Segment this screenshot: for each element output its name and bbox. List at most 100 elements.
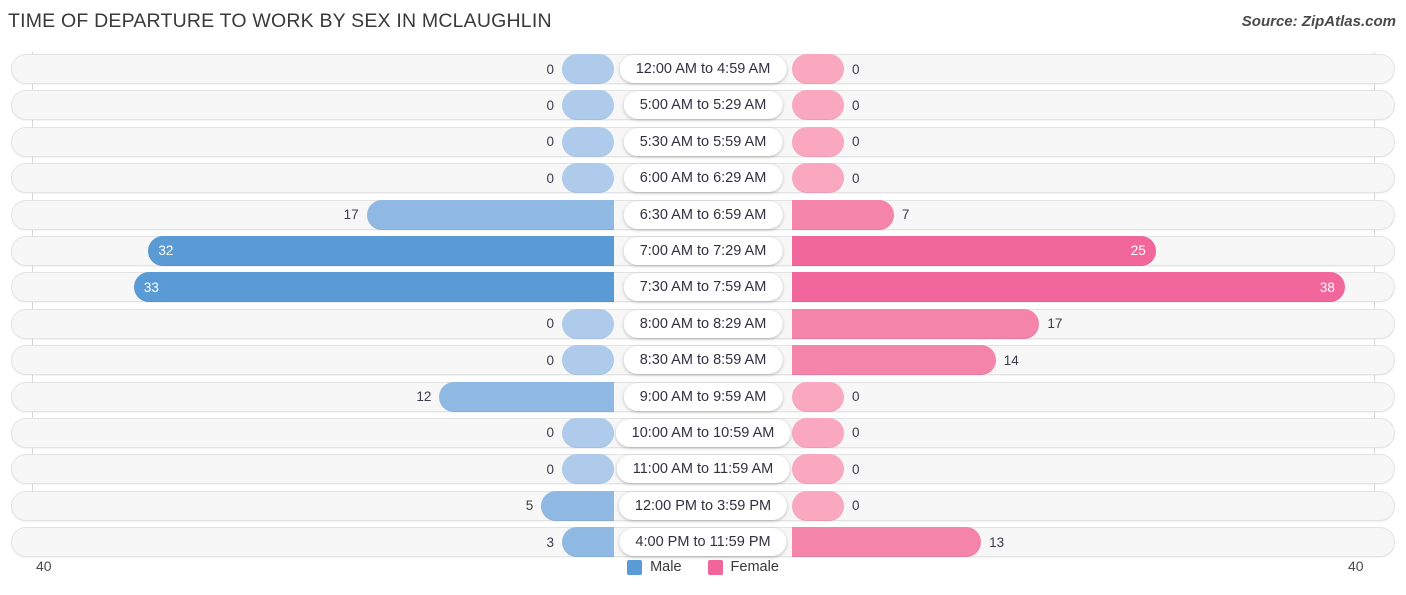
bar-value-female: 25 xyxy=(1130,243,1146,259)
legend-label-male: Male xyxy=(650,559,682,575)
bar-male[interactable] xyxy=(562,417,614,448)
legend-swatch-female-icon xyxy=(707,559,723,575)
bar-value-male: 0 xyxy=(546,352,554,368)
bar-female[interactable] xyxy=(792,490,844,521)
bar-male[interactable] xyxy=(562,90,614,121)
bar-value-female: 0 xyxy=(852,61,860,77)
bar-value-male: 0 xyxy=(546,425,554,441)
bar-female[interactable] xyxy=(792,527,982,558)
category-label: 12:00 PM to 3:59 PM xyxy=(618,491,788,520)
category-label: 6:30 AM to 6:59 AM xyxy=(623,200,783,229)
row-bars: 17 7 6:30 AM to 6:59 AM xyxy=(32,199,1374,230)
bar-female[interactable] xyxy=(792,454,844,485)
bar-male[interactable] xyxy=(439,381,614,412)
bar-male[interactable] xyxy=(562,345,614,376)
bar-value-male: 3 xyxy=(546,534,554,550)
category-label: 7:00 AM to 7:29 AM xyxy=(623,236,783,265)
row-bars: 0 0 11:00 AM to 11:59 AM xyxy=(32,454,1374,485)
bar-female[interactable] xyxy=(792,417,844,448)
row-bars: 5 0 12:00 PM to 3:59 PM xyxy=(32,490,1374,521)
chart-page: TIME OF DEPARTURE TO WORK BY SEX IN MCLA… xyxy=(0,0,1406,595)
bar-male[interactable] xyxy=(562,54,614,84)
bar-male[interactable] xyxy=(562,308,614,339)
category-label: 6:00 AM to 6:29 AM xyxy=(623,164,783,193)
legend-label-female: Female xyxy=(730,559,779,575)
bar-row[interactable]: 3 13 4:00 PM to 11:59 PM xyxy=(0,525,1406,561)
bar-value-male: 5 xyxy=(525,498,534,514)
legend-item-female[interactable]: Female xyxy=(707,559,779,575)
row-bars: 0 17 8:00 AM to 8:29 AM xyxy=(32,308,1374,339)
bar-value-male: 0 xyxy=(546,170,554,186)
category-label: 5:30 AM to 5:59 AM xyxy=(623,127,783,156)
row-bars: 0 0 5:00 AM to 5:29 AM xyxy=(32,90,1374,121)
bar-row[interactable]: 0 0 5:00 AM to 5:29 AM xyxy=(0,88,1406,124)
row-bars: 0 0 12:00 AM to 4:59 AM xyxy=(32,54,1374,84)
bar-row[interactable]: 0 0 6:00 AM to 6:29 AM xyxy=(0,161,1406,197)
bar-value-female: 0 xyxy=(852,170,860,186)
bar-row[interactable]: 5 0 12:00 PM to 3:59 PM xyxy=(0,489,1406,525)
bar-male[interactable]: 32 xyxy=(148,235,614,266)
bar-row[interactable]: 33 38 7:30 AM to 7:59 AM xyxy=(0,270,1406,306)
row-bars: 32 25 7:00 AM to 7:29 AM xyxy=(32,235,1374,266)
bar-value-female: 0 xyxy=(852,97,860,113)
bar-row[interactable]: 32 25 7:00 AM to 7:29 AM xyxy=(0,234,1406,270)
row-bars: 3 13 4:00 PM to 11:59 PM xyxy=(32,527,1374,558)
bar-female[interactable] xyxy=(792,308,1040,339)
bar-value-male: 0 xyxy=(546,316,554,332)
bar-male[interactable] xyxy=(562,126,614,157)
bar-female[interactable] xyxy=(792,90,844,121)
bar-row[interactable]: 17 7 6:30 AM to 6:59 AM xyxy=(0,198,1406,234)
bar-value-male: 0 xyxy=(546,134,554,150)
bar-value-female: 17 xyxy=(1047,316,1063,332)
bar-row[interactable]: 12 0 9:00 AM to 9:59 AM xyxy=(0,380,1406,416)
bar-value-male: 33 xyxy=(143,279,159,295)
bar-female[interactable] xyxy=(792,163,844,194)
bar-value-male: 12 xyxy=(416,389,432,405)
legend-item-male[interactable]: Male xyxy=(627,559,682,575)
bar-male[interactable]: 33 xyxy=(133,272,614,303)
bar-male[interactable] xyxy=(366,199,614,230)
source-attribution: Source: ZipAtlas.com xyxy=(1241,13,1396,30)
bar-male[interactable] xyxy=(541,490,614,521)
bar-value-female: 0 xyxy=(852,389,860,405)
legend-swatch-male-icon xyxy=(627,559,643,575)
bar-value-male: 0 xyxy=(546,97,554,113)
bar-row[interactable]: 0 0 11:00 AM to 11:59 AM xyxy=(0,452,1406,488)
category-label: 11:00 AM to 11:59 AM xyxy=(616,455,790,484)
row-bars: 0 14 8:30 AM to 8:59 AM xyxy=(32,345,1374,376)
bar-female[interactable] xyxy=(792,54,844,84)
row-bars: 12 0 9:00 AM to 9:59 AM xyxy=(32,381,1374,412)
row-bars: 0 0 10:00 AM to 10:59 AM xyxy=(32,417,1374,448)
category-label: 8:30 AM to 8:59 AM xyxy=(623,346,783,375)
bar-value-female: 13 xyxy=(989,534,1005,550)
bar-value-female: 38 xyxy=(1319,279,1335,295)
category-label: 9:00 AM to 9:59 AM xyxy=(623,382,783,411)
bar-value-male: 32 xyxy=(158,243,174,259)
category-label: 8:00 AM to 8:29 AM xyxy=(623,309,783,338)
bar-value-male: 0 xyxy=(546,61,554,77)
bar-row[interactable]: 0 0 5:30 AM to 5:59 AM xyxy=(0,125,1406,161)
bar-value-female: 7 xyxy=(901,207,910,223)
category-label: 4:00 PM to 11:59 PM xyxy=(619,528,787,557)
bar-female[interactable]: 25 xyxy=(792,235,1156,266)
bar-value-female: 0 xyxy=(852,461,860,477)
bar-row[interactable]: 0 14 8:30 AM to 8:59 AM xyxy=(0,343,1406,379)
category-label: 12:00 AM to 4:59 AM xyxy=(619,55,787,83)
bar-value-female: 14 xyxy=(1003,352,1019,368)
bar-female[interactable]: 38 xyxy=(792,272,1345,303)
bar-female[interactable] xyxy=(792,126,844,157)
bar-value-male: 17 xyxy=(343,207,359,223)
bar-value-female: 0 xyxy=(852,425,860,441)
bar-male[interactable] xyxy=(562,527,614,558)
bar-row[interactable]: 0 17 8:00 AM to 8:29 AM xyxy=(0,307,1406,343)
row-bars: 33 38 7:30 AM to 7:59 AM xyxy=(32,272,1374,303)
bar-male[interactable] xyxy=(562,163,614,194)
page-title: TIME OF DEPARTURE TO WORK BY SEX IN MCLA… xyxy=(8,10,552,32)
bar-female[interactable] xyxy=(792,381,844,412)
bar-female[interactable] xyxy=(792,345,996,376)
bar-row[interactable]: 0 0 10:00 AM to 10:59 AM xyxy=(0,416,1406,452)
bar-row[interactable]: 0 0 12:00 AM to 4:59 AM xyxy=(0,52,1406,88)
plot-area: 0 0 12:00 AM to 4:59 AM 0 0 5:00 AM to 5:29 A… xyxy=(0,52,1406,558)
bar-male[interactable] xyxy=(562,454,614,485)
bar-female[interactable] xyxy=(792,199,894,230)
